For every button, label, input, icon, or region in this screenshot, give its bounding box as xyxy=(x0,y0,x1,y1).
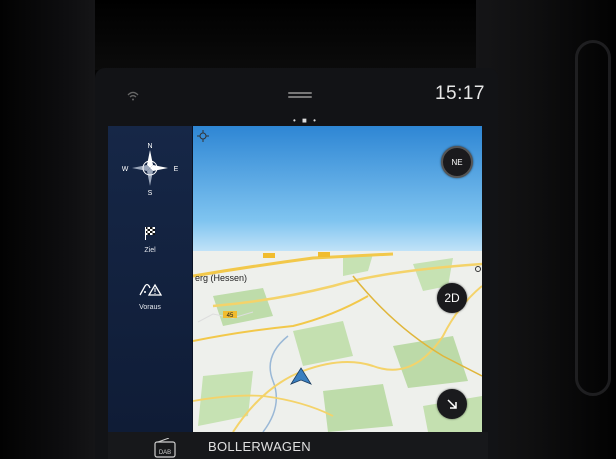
view-mode-button[interactable]: 2D xyxy=(437,283,467,313)
pull-down-handle[interactable] xyxy=(288,92,312,98)
route-ahead-icon xyxy=(139,283,163,296)
page-indicator: • ■ • xyxy=(293,116,318,125)
side-item-destination[interactable]: Ziel xyxy=(108,226,192,254)
now-playing-title: BOLLERWAGEN xyxy=(208,439,311,454)
media-bar[interactable]: DAB BOLLERWAGEN xyxy=(108,432,488,459)
diagonal-arrow-icon xyxy=(447,399,457,409)
dashboard-left xyxy=(0,0,95,459)
road-label: 45 xyxy=(227,313,234,319)
compass-n: N xyxy=(147,143,152,150)
recenter-icon[interactable] xyxy=(197,130,209,142)
side-item-label: Ziel xyxy=(144,247,156,254)
vent-trim xyxy=(575,40,611,396)
map-canvas[interactable]: 45 erg (Hessen) xyxy=(193,126,482,432)
compass-orientation-button[interactable]: NE xyxy=(441,146,473,178)
radio-source-label: DAB xyxy=(159,450,171,456)
checkered-flag-icon xyxy=(145,227,155,240)
map-sky xyxy=(193,126,482,261)
compass-s: S xyxy=(148,190,153,196)
status-bar: 15:17 • ■ • xyxy=(105,75,493,125)
side-item-ahead[interactable]: Voraus xyxy=(108,283,192,311)
navigation-map[interactable]: 45 erg (Hessen) NE 2D xyxy=(193,126,482,432)
place-label: erg (Hessen) xyxy=(195,273,247,283)
clock: 15:17 xyxy=(434,83,485,104)
compass-w: W xyxy=(122,166,129,173)
compass-badge-label: NE xyxy=(451,157,463,167)
side-item-label: Voraus xyxy=(139,304,161,311)
expand-map-button[interactable] xyxy=(437,389,467,419)
view-mode-label: 2D xyxy=(444,291,460,305)
wifi-icon xyxy=(127,91,139,101)
radio-icon: DAB xyxy=(154,438,176,458)
compass-rose-icon[interactable]: N S E W xyxy=(122,140,178,196)
compass-e: E xyxy=(174,166,178,173)
nav-side-panel: N S E W Ziel Voraus xyxy=(108,126,193,432)
